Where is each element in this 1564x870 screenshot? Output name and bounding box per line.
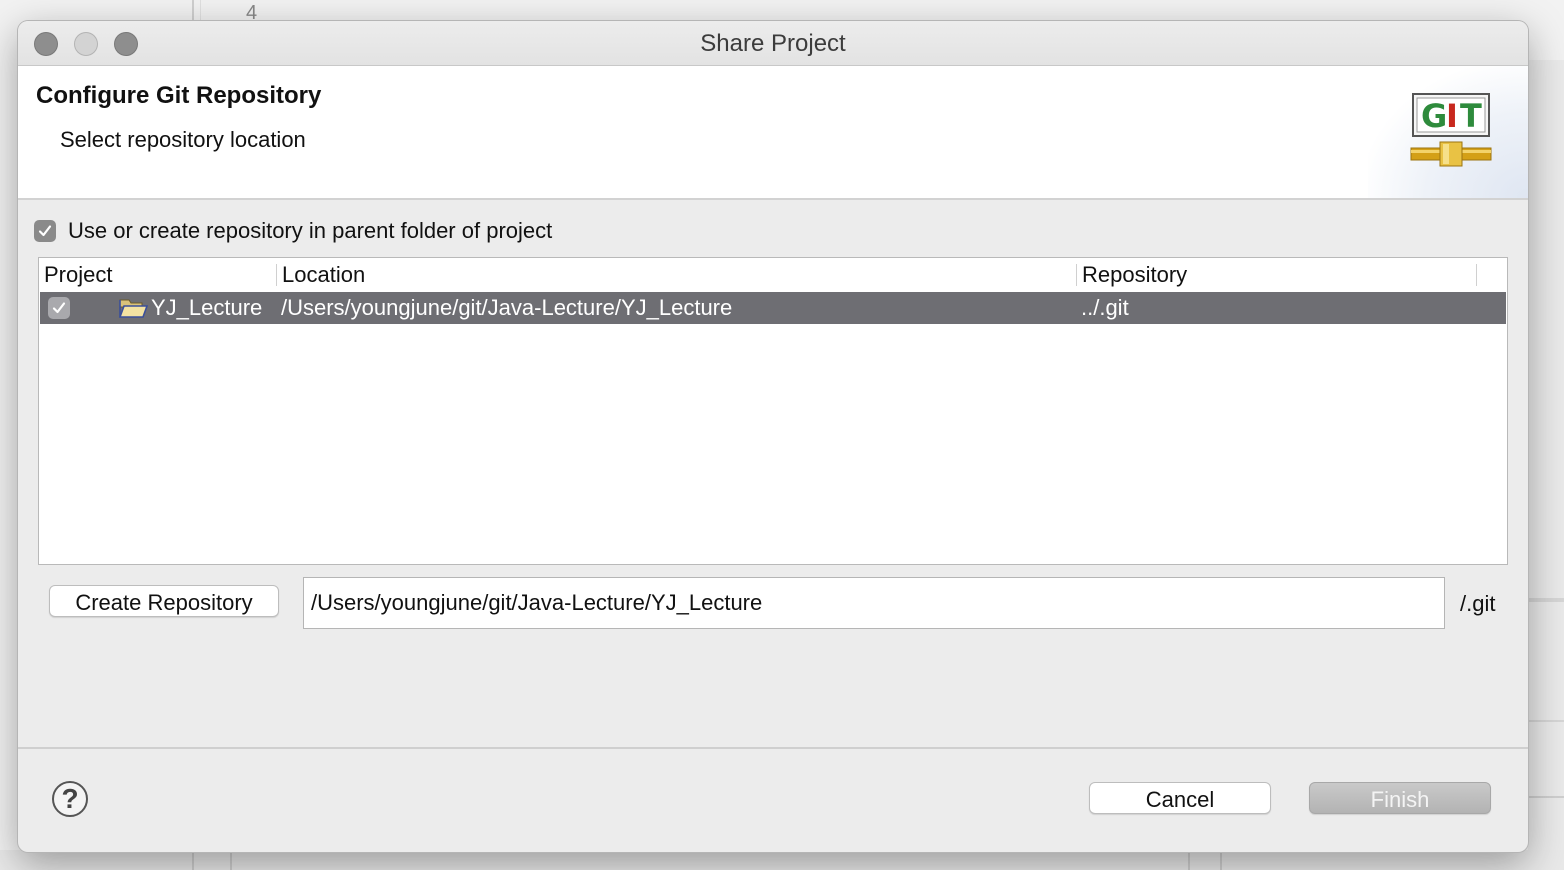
column-header-location[interactable]: Location — [282, 258, 365, 292]
project-repository-table: Project Location Repository YJ_Lecture /… — [38, 257, 1508, 565]
git-pipe-icon: G I T — [1410, 93, 1492, 167]
table-header: Project Location Repository — [39, 258, 1507, 292]
editor-bottom-line — [192, 850, 194, 870]
column-header-project[interactable]: Project — [44, 258, 112, 292]
editor-bottom-line — [1220, 850, 1222, 870]
repository-path-input[interactable] — [303, 577, 1445, 629]
checkmark-icon — [52, 302, 66, 314]
svg-text:T: T — [1460, 97, 1482, 135]
row-project-name: YJ_Lecture — [151, 295, 263, 320]
editor-bottom-line — [230, 850, 232, 870]
column-divider[interactable] — [1476, 264, 1477, 286]
panel-divider — [1528, 796, 1564, 798]
parent-folder-checkbox[interactable] — [34, 220, 56, 242]
editor-bottom-line — [1188, 850, 1190, 870]
panel-divider — [1528, 720, 1564, 722]
column-header-repository[interactable]: Repository — [1082, 258, 1187, 292]
share-project-dialog: Share Project Configure Git Repository S… — [18, 21, 1528, 852]
page-subtitle: Select repository location — [60, 127, 306, 152]
editor-bottom-area — [0, 850, 1564, 870]
editor-right-panel — [1528, 60, 1564, 870]
wizard-header: Configure Git Repository Select reposito… — [18, 66, 1528, 200]
column-divider[interactable] — [276, 264, 277, 286]
finish-button[interactable]: Finish — [1309, 782, 1491, 814]
table-row[interactable]: YJ_Lecture /Users/youngjune/git/Java-Lec… — [40, 292, 1506, 324]
page-title: Configure Git Repository — [36, 82, 322, 109]
row-checkbox[interactable] — [48, 297, 70, 319]
row-location: /Users/youngjune/git/Java-Lecture/YJ_Lec… — [281, 295, 733, 320]
help-icon[interactable]: ? — [52, 781, 88, 817]
parent-folder-option[interactable]: Use or create repository in parent folde… — [34, 217, 552, 245]
create-repository-button[interactable]: Create Repository — [49, 585, 279, 617]
svg-text:G: G — [1421, 97, 1447, 135]
parent-folder-label: Use or create repository in parent folde… — [68, 218, 553, 243]
row-repository: ../.git — [1081, 295, 1129, 320]
title-bar[interactable]: Share Project — [18, 21, 1528, 66]
checkmark-icon — [38, 225, 52, 237]
folder-open-icon — [118, 299, 148, 318]
window-title: Share Project — [700, 30, 846, 57]
cancel-button[interactable]: Cancel — [1089, 782, 1271, 814]
svg-text:I: I — [1446, 97, 1458, 135]
panel-divider — [1528, 598, 1564, 602]
footer-divider — [18, 747, 1528, 749]
column-divider[interactable] — [1076, 264, 1077, 286]
git-suffix-label: /.git — [1460, 591, 1496, 616]
